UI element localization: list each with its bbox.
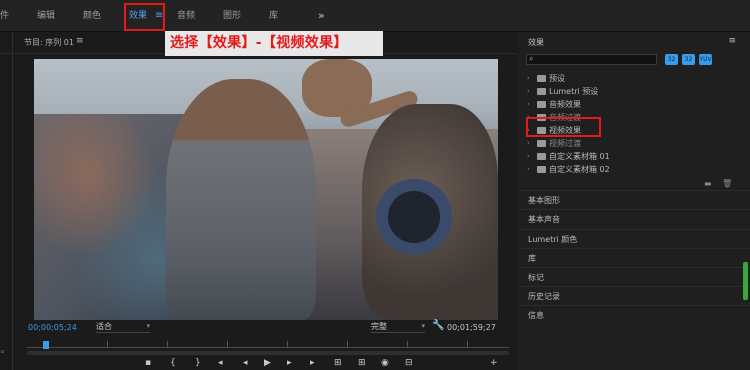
chevron-right-icon: › [527,139,530,147]
tree-item-presets[interactable]: › 预设 [527,72,742,85]
video-peace-sign [376,179,452,255]
panel-markers[interactable]: 标记 [519,267,750,286]
mark-out-icon[interactable]: { [170,358,176,370]
timeline-ruler[interactable] [27,338,509,348]
panel-history[interactable]: 历史记录 [519,286,750,305]
program-title[interactable]: 节目: 序列 01 [24,37,74,48]
overwrite-icon[interactable]: ⊞ [358,358,366,370]
folder-icon [537,166,546,173]
step-back-frame-icon[interactable]: ◂ [243,358,248,370]
tree-item-lumetri-presets[interactable]: › Lumetri 预设 [527,85,742,98]
zoom-scrollbar[interactable] [27,351,509,355]
folder-icon [537,140,546,147]
tree-item-label: 自定义素材箱 02 [549,165,610,174]
video-person [166,79,316,320]
chevron-right-icon: › [527,100,530,108]
duration-timecode: 00;01;59;27 [447,323,496,332]
folder-icon [537,101,546,108]
left-edge-icon: ◦ [0,348,6,358]
mark-in-icon[interactable]: ▪ [145,358,151,370]
effects-search-input[interactable]: ⌕ [526,54,657,65]
workspace-bar: 件 编辑 颜色 效果 ≡ 音频 图形 库 » [0,0,750,32]
trash-icon[interactable]: 🗑 [722,179,732,188]
chevron-down-icon: ▾ [421,322,425,330]
folder-icon [537,88,546,95]
playhead[interactable] [43,341,49,349]
workspace-tab-assembly[interactable]: 件 [0,0,9,32]
insert-icon[interactable]: ⊞ [334,358,342,370]
tree-item-label: 音频效果 [549,100,581,109]
chevron-right-icon: › [527,87,530,95]
tree-item-custom-bin-02[interactable]: › 自定义素材箱 02 [527,163,742,176]
chevron-down-icon: ▾ [146,322,150,330]
ruler-tick [467,341,468,347]
workspace-tab-color[interactable]: 颜色 [83,0,101,32]
panel-essential-graphics[interactable]: 基本图形 [519,190,750,209]
tree-item-label: 自定义素材箱 01 [549,152,610,161]
wrench-icon[interactable]: 🔧 [432,320,444,331]
yuv-effects-filter-icon[interactable]: YUV [699,54,712,65]
go-to-in-icon[interactable]: } [195,358,201,370]
tree-item-label: 视频过渡 [549,139,581,148]
panel-libraries[interactable]: 库 [519,248,750,267]
ruler-tick [347,341,348,347]
effects-menu-icon[interactable]: ≡ [728,36,736,46]
program-video-frame[interactable] [34,59,498,320]
panel-essential-sound[interactable]: 基本声音 [519,209,750,228]
instruction-callout: 选择【效果】-【视频效果】 [165,31,383,56]
32bit-effects-filter-icon[interactable]: 32 [682,54,695,65]
video-effects-highlight [526,117,601,137]
ruler-tick [287,341,288,347]
quality-dropdown-value: 完整 [371,322,387,331]
search-icon: ⌕ [529,54,534,63]
fit-dropdown[interactable]: 适合 ▾ [96,320,150,333]
workspace-tab-libraries[interactable]: 库 [269,0,278,32]
panel-info[interactable]: 信息 [519,305,750,324]
play-icon[interactable]: ▶ [264,358,271,370]
panel-scrollbar[interactable] [743,262,748,300]
folder-icon [537,75,546,82]
tree-item-audio-effects[interactable]: › 音频效果 [527,98,742,111]
step-back-icon[interactable]: ◂ [218,358,223,370]
add-button-icon[interactable]: + [490,358,498,370]
ruler-tick [107,341,108,347]
more-workspaces-icon[interactable]: » [318,0,325,32]
quality-dropdown[interactable]: 完整 ▾ [371,320,425,333]
folder-icon [537,153,546,160]
chevron-right-icon: › [527,74,530,82]
tree-item-video-transitions[interactable]: › 视频过渡 [527,137,742,150]
workspace-tab-audio[interactable]: 音频 [177,0,195,32]
button-editor-icon[interactable]: ⊟ [405,358,413,370]
workspace-tab-graphics[interactable]: 图形 [223,0,241,32]
go-to-out-icon[interactable]: ▸ [310,358,315,370]
ruler-tick [407,341,408,347]
chevron-right-icon: › [527,152,530,160]
current-timecode[interactable]: 00;00;05;24 [28,322,77,334]
panel-lumetri-color[interactable]: Lumetri 颜色 [519,229,750,248]
chevron-right-icon: › [527,165,530,173]
accelerated-effects-filter-icon[interactable]: 32 [665,54,678,65]
effects-tab-highlight [124,3,165,31]
ruler-tick [167,341,168,347]
export-frame-icon[interactable]: ◉ [381,358,389,370]
tree-item-custom-bin-01[interactable]: › 自定义素材箱 01 [527,150,742,163]
effects-panel: 效果 ≡ ⌕ 32 32 YUV › 预设 › Lumetri 预设 › 音频效果 ›… [519,32,750,370]
tree-item-label: Lumetri 预设 [549,87,599,96]
panel-divider [12,32,13,370]
step-forward-icon[interactable]: ▸ [287,358,292,370]
effects-panel-title[interactable]: 效果 [528,37,544,48]
tree-item-label: 预设 [549,74,565,83]
workspace-tab-editing[interactable]: 编辑 [37,0,55,32]
new-bin-icon[interactable]: ▬ [704,179,712,188]
ruler-tick [227,341,228,347]
fit-dropdown-value: 适合 [96,322,112,331]
program-menu-icon[interactable]: ≡ [76,36,84,46]
effects-panel-footer: ▬ 🗑 [704,179,732,188]
